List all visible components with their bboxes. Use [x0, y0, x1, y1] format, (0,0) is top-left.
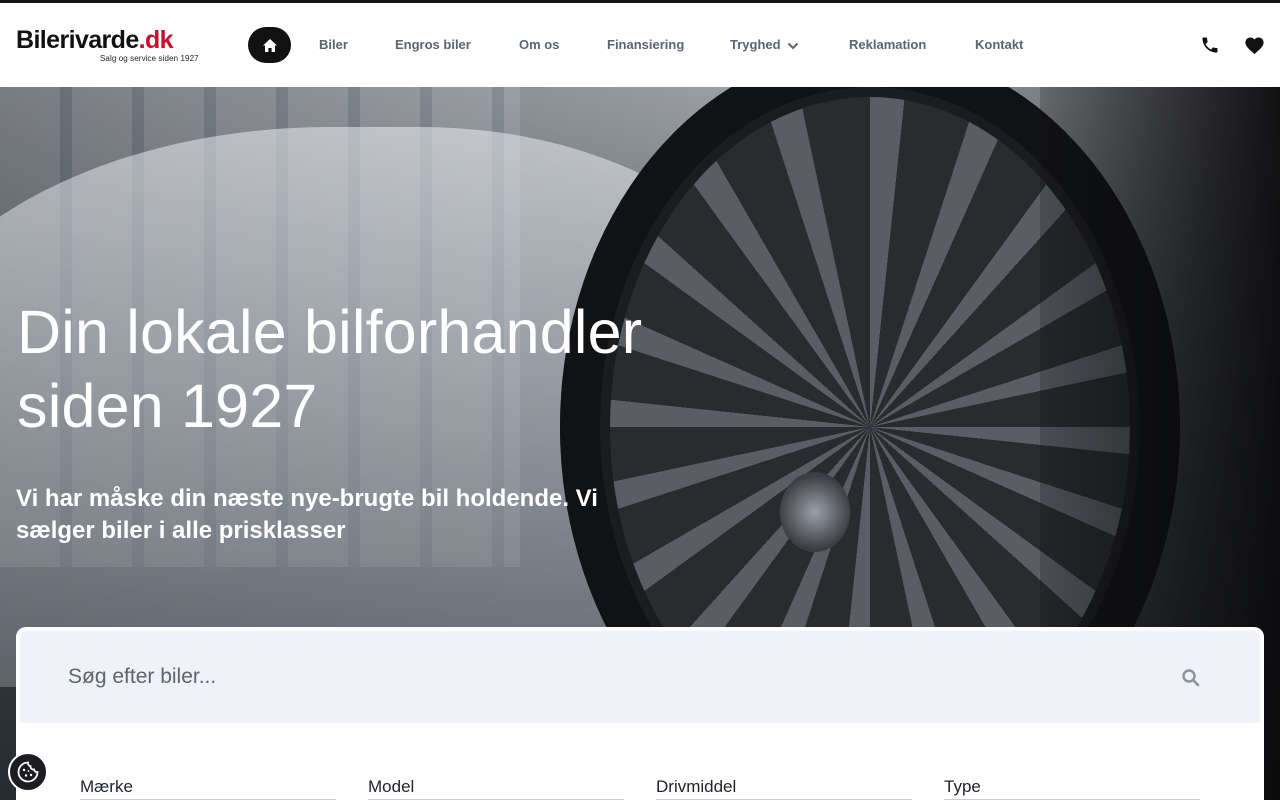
phone-icon: [1202, 37, 1218, 53]
nav-item-tryghed[interactable]: Tryghed: [730, 37, 799, 53]
heart-icon: [1244, 37, 1264, 54]
site-header: Bilerivarde.dk Salg og service siden 192…: [0, 3, 1280, 87]
nav-item-om-os[interactable]: Om os: [519, 37, 559, 53]
nav-item-kontakt[interactable]: Kontakt: [975, 37, 1023, 53]
search-icon[interactable]: [1181, 668, 1201, 688]
nav-item-tryghed-label: Tryghed: [730, 37, 781, 52]
car-search-panel: Mærke Model Drivmiddel Type: [16, 627, 1264, 800]
search-input[interactable]: [68, 655, 1148, 699]
hero-subtitle: Vi har måske din næste nye-brugte bil ho…: [16, 485, 598, 544]
logo-tld: .dk: [138, 26, 174, 54]
filter-type[interactable]: Type: [944, 777, 1200, 800]
logo-tagline: Salg og service siden 1927: [100, 54, 199, 63]
filter-model[interactable]: Model: [368, 777, 624, 800]
search-bar: [20, 631, 1260, 723]
filter-drivmiddel[interactable]: Drivmiddel: [656, 777, 912, 800]
chevron-down-icon: [787, 42, 798, 49]
phone-button[interactable]: [1199, 34, 1221, 56]
filter-maerke[interactable]: Mærke: [80, 777, 336, 800]
cookie-icon: [17, 761, 39, 783]
nav-item-finansiering[interactable]: Finansiering: [607, 37, 684, 53]
cookie-settings-button[interactable]: [8, 752, 48, 792]
favorites-button[interactable]: [1243, 34, 1265, 56]
logo[interactable]: Bilerivarde.dk Salg og service siden 192…: [16, 25, 201, 65]
nav-item-biler[interactable]: Biler: [319, 37, 348, 53]
nav-item-engros-biler[interactable]: Engros biler: [395, 37, 471, 53]
nav-item-reklamation[interactable]: Reklamation: [849, 37, 926, 53]
hero-wheel-hub: [780, 472, 850, 552]
home-button[interactable]: [248, 27, 291, 63]
logo-wordmark: Bilerivarde.dk: [16, 26, 174, 54]
home-icon: [262, 38, 277, 52]
hero-title: Din lokale bilforhandler siden 1927: [17, 298, 643, 440]
